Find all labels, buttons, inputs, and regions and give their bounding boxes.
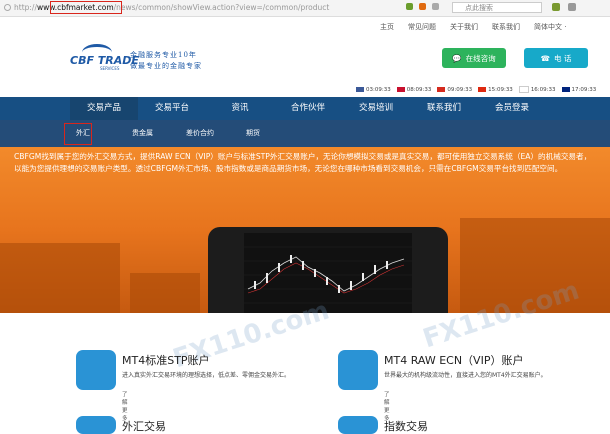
card-desc: 世界最大的机构级流动性，直接进入您的MT4外汇交易账户。: [384, 372, 547, 379]
flag-icon: [478, 87, 487, 92]
nav-news[interactable]: 资讯: [206, 97, 274, 120]
nav-faq[interactable]: 常见问题: [408, 22, 436, 32]
subnav-cfd[interactable]: 差价合约: [186, 120, 246, 147]
flag-icon: [356, 87, 364, 92]
consult-label: 在线咨询: [465, 53, 496, 63]
banner-text: CBFGM找到属于您的外汇交易方式，提供RAW ECN（VIP）账户与标准STP…: [14, 152, 592, 173]
card-desc: 进入真实外汇交易环境的理想选择，低点差、零佣金交易外汇。: [122, 372, 291, 379]
slogan-line-2: 做最专业的金融专家: [130, 62, 202, 70]
logo[interactable]: CBF TRADE SERVICES: [70, 44, 139, 74]
nav-home[interactable]: 主页: [380, 22, 394, 32]
subnav-futures[interactable]: 期货: [246, 120, 296, 147]
logo-sub: SERVICES: [100, 66, 120, 71]
nav-login[interactable]: 会员登录: [478, 97, 546, 120]
clock-item: 09:09:33: [437, 86, 472, 93]
card-title: 指数交易: [384, 420, 428, 433]
nav-contact[interactable]: 联系我们: [492, 22, 520, 32]
subnav-metals[interactable]: 贵金属: [132, 120, 186, 147]
clock-item: 17:09:33: [561, 86, 596, 93]
phone-label: 电 话: [553, 53, 572, 63]
slogan: 金融服务专业10年 做最专业的金融专家: [130, 50, 202, 72]
index-icon: [338, 416, 378, 434]
menu-icon[interactable]: [568, 3, 576, 11]
trading-chart-graphic: [244, 233, 412, 313]
person-icon: [338, 350, 378, 390]
clock-item: 15:09:33: [478, 86, 513, 93]
main-nav: 交易产品 交易平台 资讯 合作伙伴 交易培训 联系我们 会员登录: [0, 97, 610, 120]
phone-icon: ☎: [540, 53, 550, 63]
nav-partners[interactable]: 合作伙伴: [274, 97, 342, 120]
clock-item: 08:09:33: [396, 86, 431, 93]
nav-about[interactable]: 关于我们: [450, 22, 478, 32]
city-silhouette: [0, 243, 120, 313]
card-title: MT4标准STP账户: [122, 354, 210, 367]
dropdown-icon[interactable]: [432, 3, 439, 10]
forex-icon: [76, 416, 116, 434]
chat-icon: 💬: [452, 53, 462, 63]
card-title: MT4 RAW ECN（VIP）账户: [384, 354, 524, 367]
top-nav: 主页 常见问题 关于我们 联系我们 简体中文 ·: [380, 22, 566, 32]
nav-contact-main[interactable]: 联系我们: [410, 97, 478, 120]
flag-icon: [396, 87, 405, 92]
flag-icon: [518, 86, 529, 93]
hero-banner: CBFGM找到属于您的外汇交易方式，提供RAW ECN（VIP）账户与标准STP…: [0, 147, 610, 313]
card-title: 外汇交易: [122, 420, 166, 433]
search-input[interactable]: 点此搜索: [452, 2, 542, 13]
lightning-icon[interactable]: [419, 3, 426, 10]
tablet-image: [208, 227, 448, 313]
flag-icon: [437, 87, 446, 92]
extension-icon[interactable]: [552, 3, 560, 11]
highlight-box: [64, 123, 92, 145]
flag-icon: [561, 87, 570, 92]
address-tools: [406, 3, 439, 10]
person-icon: [76, 350, 116, 390]
toolbar-right: [552, 3, 576, 11]
sub-nav: 外汇 贵金属 差价合约 期货: [0, 120, 610, 147]
slogan-line-1: 金融服务专业10年: [130, 51, 197, 59]
clock-item: 16:09:33: [518, 86, 556, 93]
shield-icon[interactable]: [406, 3, 413, 10]
nav-training[interactable]: 交易培训: [342, 97, 410, 120]
nav-language[interactable]: 简体中文 ·: [534, 22, 566, 32]
clock-item: 03:09:33: [356, 86, 391, 93]
globe-icon: [4, 4, 11, 11]
nav-platform[interactable]: 交易平台: [138, 97, 206, 120]
phone-button[interactable]: ☎ 电 话: [524, 48, 588, 68]
browser-address-bar[interactable]: http://www.cbfmarket.com/news/common/sho…: [0, 0, 610, 17]
city-silhouette: [130, 273, 200, 313]
highlight-box: [50, 1, 122, 14]
nav-products[interactable]: 交易产品: [70, 97, 138, 120]
world-clocks: 03:09:33 08:09:33 09:09:33 15:09:33 16:0…: [356, 86, 596, 93]
online-consult-button[interactable]: 💬 在线咨询: [442, 48, 506, 68]
